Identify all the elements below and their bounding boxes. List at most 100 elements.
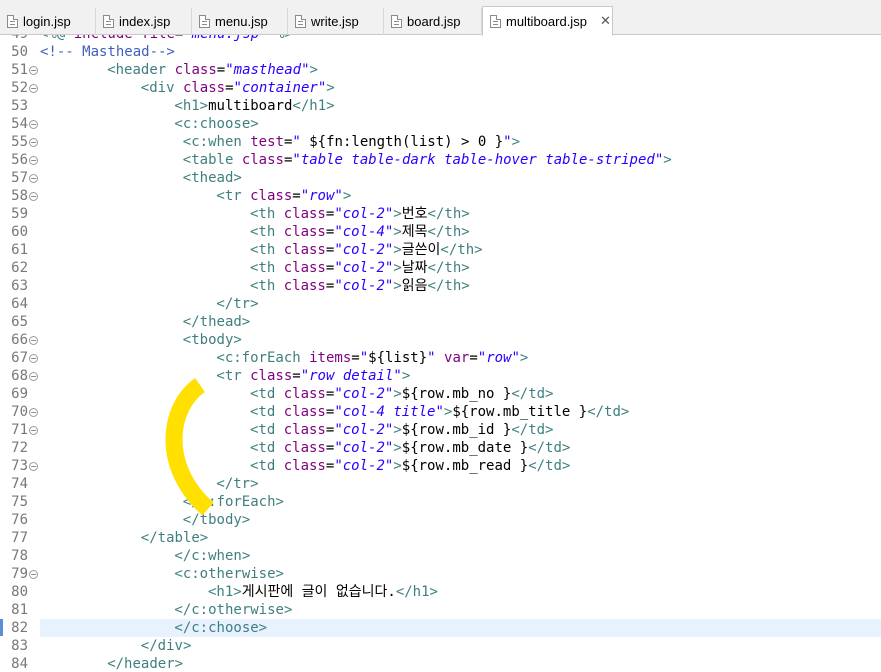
code-token: <tbody> [182, 332, 242, 348]
code-line[interactable]: <thead> [40, 169, 881, 187]
code-line[interactable]: </tr> [40, 475, 881, 493]
fold-collapse-icon[interactable]: − [29, 336, 38, 345]
code-token: include [74, 35, 133, 42]
code-token: class [283, 386, 326, 402]
tab-menu-jsp[interactable]: menu.jsp [192, 8, 288, 35]
code-token: <td [250, 440, 284, 456]
code-line[interactable]: </c:when> [40, 547, 881, 565]
close-icon[interactable]: ✕ [600, 13, 611, 29]
code-line[interactable]: <div class="container"> [40, 79, 881, 97]
tab-login-jsp[interactable]: login.jsp [0, 8, 96, 35]
code-token: </td> [528, 440, 571, 456]
code-token: <c:choose> [174, 116, 259, 132]
code-token: "row detail" [300, 368, 402, 384]
fold-collapse-icon[interactable]: − [29, 84, 38, 93]
code-line[interactable]: <c:when test=" ${fn:length(list) > 0 }"> [40, 133, 881, 151]
code-line[interactable]: </thead> [40, 313, 881, 331]
code-token: "col-2" [334, 422, 394, 438]
code-token: </tbody> [182, 512, 251, 528]
code-token: multiboard [208, 98, 293, 114]
line-number: 58 [11, 188, 28, 204]
code-line[interactable]: </tr> [40, 295, 881, 313]
line-number: 77 [11, 530, 28, 546]
fold-collapse-icon[interactable]: − [29, 174, 38, 183]
code-token: test [250, 134, 284, 150]
code-line[interactable]: <h1>multiboard</h1> [40, 97, 881, 115]
code-token: 제목 [401, 224, 428, 240]
code-token: "col-4" [334, 224, 394, 240]
code-line[interactable]: </tbody> [40, 511, 881, 529]
code-line[interactable]: <th class="col-2">번호</th> [40, 205, 881, 223]
code-line[interactable]: <c:forEach items="${list}" var="row"> [40, 349, 881, 367]
code-token: </c:when> [174, 548, 251, 564]
line-number: 54 [11, 116, 28, 132]
code-line[interactable]: <td class="col-2">${row.mb_date }</td> [40, 439, 881, 457]
tab-board-jsp[interactable]: board.jsp [384, 8, 482, 35]
fold-collapse-icon[interactable]: − [29, 66, 38, 75]
code-line[interactable]: </header> [40, 655, 881, 672]
code-line[interactable]: <th class="col-2">읽음</th> [40, 277, 881, 295]
code-token: class [182, 80, 226, 96]
code-line[interactable]: <th class="col-2">글쓴이</th> [40, 241, 881, 259]
code-token: </header> [107, 656, 184, 672]
fold-collapse-icon[interactable]: − [29, 462, 38, 471]
code-line[interactable]: <table class="table table-dark table-hov… [40, 151, 881, 169]
code-token: <!-- Masthead--> [40, 44, 175, 60]
code-token: </th> [440, 242, 483, 258]
code-line[interactable]: <c:choose> [40, 115, 881, 133]
code-line[interactable]: </c:forEach> [40, 493, 881, 511]
code-line[interactable]: </c:choose> [40, 619, 881, 637]
code-line[interactable]: <tr class="row"> [40, 187, 881, 205]
fold-collapse-icon[interactable]: − [29, 408, 38, 417]
fold-collapse-icon[interactable]: − [29, 354, 38, 363]
line-number: 65 [11, 314, 28, 330]
code-line[interactable]: <td class="col-2">${row.mb_id }</td> [40, 421, 881, 439]
code-line[interactable]: <tr class="row detail"> [40, 367, 881, 385]
code-token: </c:otherwise> [174, 602, 293, 618]
line-number: 75 [11, 494, 28, 510]
fold-collapse-icon[interactable]: − [29, 156, 38, 165]
code-token: file [141, 35, 175, 42]
fold-collapse-icon[interactable]: − [29, 570, 38, 579]
code-line[interactable]: <header class="masthead"> [40, 61, 881, 79]
code-line[interactable]: <%@ include file="menu.jsp" %> [40, 35, 881, 43]
code-token: </thead> [182, 314, 251, 330]
code-line[interactable]: <h1>게시판에 글이 없습니다.</h1> [40, 583, 881, 601]
code-token: "row" [300, 188, 343, 204]
fold-collapse-icon[interactable]: − [29, 372, 38, 381]
tab-multiboard-jsp[interactable]: multiboard.jsp ✕ [482, 6, 613, 36]
jsp-file-icon [295, 15, 306, 28]
code-line[interactable]: </table> [40, 529, 881, 547]
fold-collapse-icon[interactable]: − [29, 192, 38, 201]
code-token: <td [250, 404, 284, 420]
fold-collapse-icon[interactable]: − [29, 426, 38, 435]
code-token: class [283, 422, 326, 438]
code-line[interactable]: </c:otherwise> [40, 601, 881, 619]
code-line[interactable]: <td class="col-2">${row.mb_no }</td> [40, 385, 881, 403]
code-line[interactable]: <c:otherwise> [40, 565, 881, 583]
code-token: items [309, 350, 352, 366]
line-number: 83 [11, 638, 28, 654]
line-number: 72 [11, 440, 28, 456]
code-area[interactable]: <%@ include file="menu.jsp" %><!-- Masth… [40, 35, 881, 672]
code-token: <table [182, 152, 242, 168]
code-line[interactable]: <th class="col-2">날짜</th> [40, 259, 881, 277]
code-token: </th> [427, 224, 470, 240]
fold-collapse-icon[interactable]: − [29, 120, 38, 129]
tab-write-jsp[interactable]: write.jsp [288, 8, 384, 35]
code-editor[interactable]: 495051−52−5354−55−56−57−58−5960616263646… [0, 35, 881, 672]
code-line[interactable]: <td class="col-2">${row.mb_read }</td> [40, 457, 881, 475]
code-line[interactable]: <!-- Masthead--> [40, 43, 881, 61]
code-line[interactable]: <tbody> [40, 331, 881, 349]
code-token: <c:forEach [216, 350, 310, 366]
code-token: "col-2" [334, 440, 394, 456]
code-line[interactable]: </div> [40, 637, 881, 655]
fold-collapse-icon[interactable]: − [29, 138, 38, 147]
tab-index-jsp[interactable]: index.jsp [96, 8, 192, 35]
code-line[interactable]: <th class="col-4">제목</th> [40, 223, 881, 241]
code-token: class [283, 242, 326, 258]
code-line[interactable]: <td class="col-4 title">${row.mb_title }… [40, 403, 881, 421]
